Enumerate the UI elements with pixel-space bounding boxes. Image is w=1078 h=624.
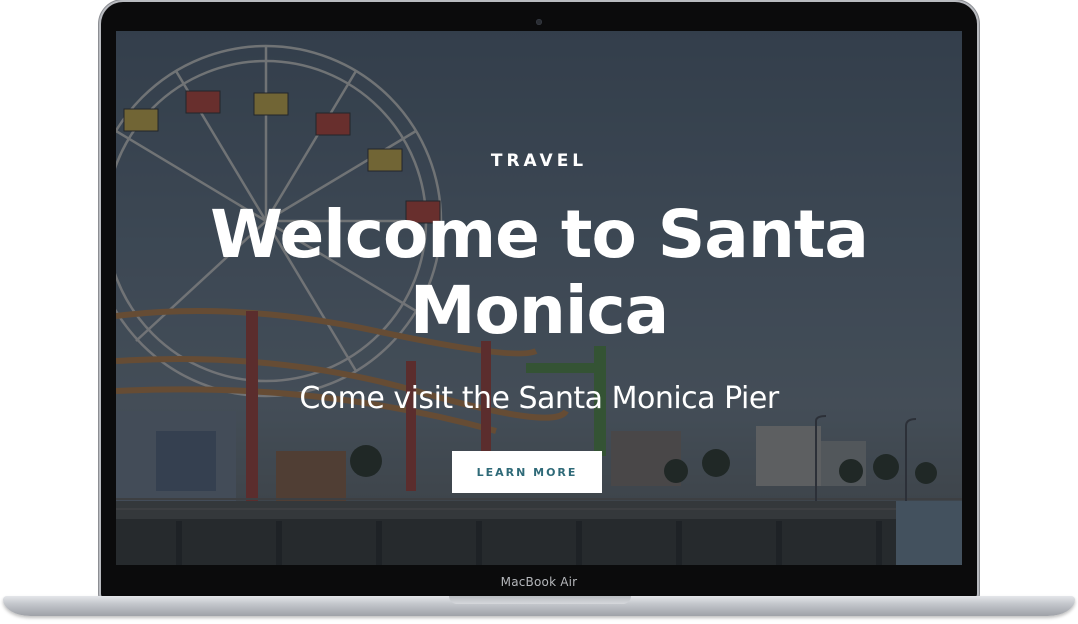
screen: TRAVEL Welcome to Santa Monica Come visi… [116, 31, 962, 565]
hero-subhead: Come visit the Santa Monica Pier [299, 381, 779, 416]
device-brand-label: MacBook Air [500, 575, 578, 589]
laptop-base-notch [449, 596, 631, 604]
learn-more-button[interactable]: LEARN MORE [452, 451, 602, 493]
hero-headline: Welcome to Santa Monica [210, 196, 869, 349]
hero-section: TRAVEL Welcome to Santa Monica Come visi… [116, 31, 962, 565]
hero-eyebrow: TRAVEL [490, 151, 588, 171]
webcam-icon [536, 19, 542, 25]
